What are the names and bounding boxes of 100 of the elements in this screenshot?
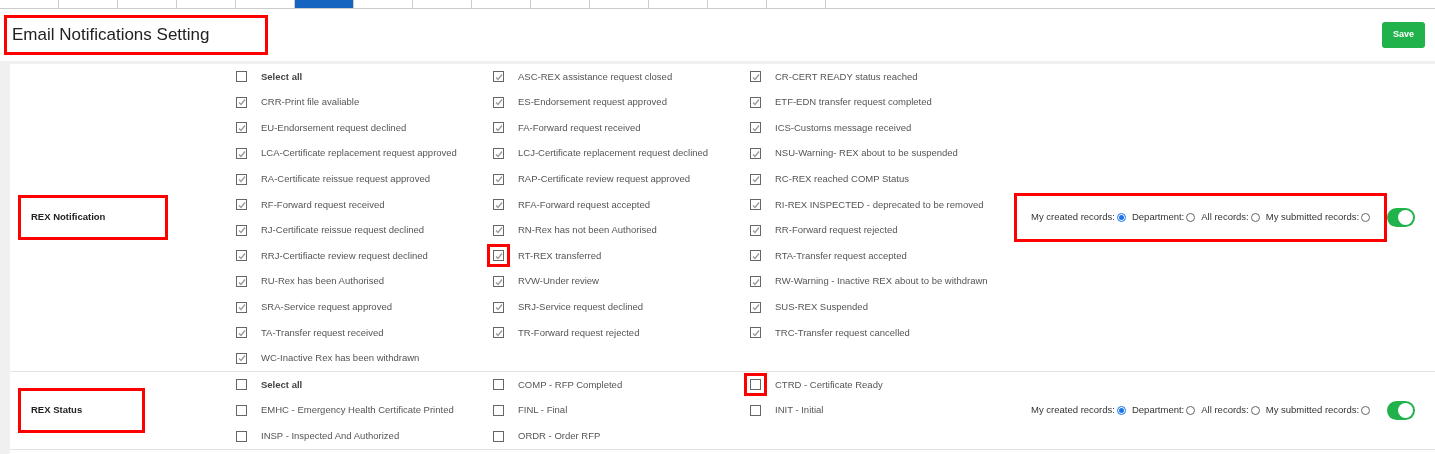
check-icon <box>494 226 503 235</box>
checkbox[interactable] <box>493 405 504 416</box>
checkbox[interactable] <box>750 199 761 211</box>
check-icon <box>237 251 246 260</box>
checkbox[interactable] <box>750 250 761 262</box>
checkbox[interactable] <box>493 199 504 211</box>
checkbox[interactable] <box>236 122 247 134</box>
option-label: RI-REX INSPECTED - deprecated to be removed <box>775 197 984 212</box>
check-icon <box>494 72 503 81</box>
option-label: CTRD - Certificate Ready <box>775 377 883 392</box>
checkbox[interactable] <box>750 276 761 288</box>
check-icon <box>751 328 760 337</box>
checkbox[interactable] <box>236 96 247 108</box>
check-icon <box>494 200 503 209</box>
option-label: EMHC - Emergency Health Certificate Printed <box>261 403 454 418</box>
checkbox[interactable] <box>493 96 504 108</box>
save-button[interactable]: Save <box>1381 22 1425 48</box>
check-icon <box>751 124 760 132</box>
checkbox[interactable] <box>236 352 247 364</box>
option-label: RFA-Forward request accepted <box>518 197 650 212</box>
checkbox[interactable] <box>236 71 247 83</box>
checkbox[interactable] <box>236 224 247 236</box>
option-label: RT-REX transferred <box>518 248 602 263</box>
checkbox[interactable] <box>750 96 761 108</box>
checkbox[interactable] <box>493 122 504 134</box>
scope-label: All records: <box>1201 403 1249 418</box>
check-icon <box>494 328 503 337</box>
option-label: RTA-Transfer request accepted <box>775 248 907 263</box>
option-label: FINL - Final <box>518 403 568 418</box>
check-icon <box>237 98 246 107</box>
option-label: ES-Endorsement request approved <box>518 95 667 110</box>
option-label: RC-REX reached COMP Status <box>775 172 909 187</box>
option-label: RAP-Certificate review request approved <box>518 172 691 187</box>
option-label: RVW-Under review <box>518 274 599 289</box>
option-label: FA-Forward request received <box>518 120 641 135</box>
scope-label: My submitted records: <box>1265 403 1360 418</box>
option-label: RJ-Certificate reissue request declined <box>261 223 425 238</box>
checkbox[interactable] <box>750 379 761 391</box>
option-label: EU-Endorsement request declined <box>261 120 407 135</box>
check-icon <box>494 277 503 286</box>
checkbox[interactable] <box>236 301 247 313</box>
checkbox[interactable] <box>750 327 761 339</box>
checkbox[interactable] <box>493 148 504 160</box>
checkbox[interactable] <box>750 71 761 83</box>
option-label: SRA-Service request approved <box>261 300 392 314</box>
checkbox[interactable] <box>493 224 504 236</box>
checkbox[interactable] <box>750 173 761 185</box>
check-icon <box>237 303 246 312</box>
check-icon <box>237 200 246 209</box>
option-label: Select all <box>261 69 303 84</box>
checkbox[interactable] <box>236 199 247 211</box>
checkbox[interactable] <box>236 276 247 288</box>
checkbox[interactable] <box>750 224 761 236</box>
checkbox[interactable] <box>236 430 247 442</box>
option-label: TA-Transfer request received <box>261 325 384 340</box>
option-label: INIT - Initial <box>775 403 824 418</box>
check-icon <box>494 124 503 132</box>
scope-label: My submitted records: <box>1265 210 1360 225</box>
check-icon <box>237 124 246 132</box>
option-label: ETF-EDN transfer request completed <box>775 95 932 110</box>
checkbox[interactable] <box>493 301 504 313</box>
checkbox[interactable] <box>493 276 504 288</box>
checkbox[interactable] <box>750 148 761 160</box>
checkbox[interactable] <box>493 430 504 442</box>
option-label: NSU-Warning- REX about to be suspended <box>775 146 958 161</box>
checkbox[interactable] <box>236 173 247 185</box>
checkbox[interactable] <box>493 173 504 185</box>
scope-label: Department: <box>1131 403 1185 418</box>
check-icon <box>237 175 246 184</box>
check-icon <box>237 277 246 286</box>
checkbox[interactable] <box>750 301 761 313</box>
checkbox[interactable] <box>493 250 504 262</box>
option-label: ICS-Customs message received <box>775 120 912 135</box>
check-icon <box>494 149 503 158</box>
checkbox[interactable] <box>236 327 247 339</box>
check-icon <box>237 149 246 158</box>
checkbox[interactable] <box>236 148 247 160</box>
option-label: TR-Forward request rejected <box>518 325 640 340</box>
option-label: RW-Warning - Inactive REX about to be withdrawn <box>775 274 988 289</box>
checkbox[interactable] <box>750 122 761 134</box>
checkbox[interactable] <box>750 405 761 416</box>
option-label: COMP - RFP Completed <box>518 377 623 392</box>
scope-label: All records: <box>1201 210 1249 225</box>
toggle-switch[interactable] <box>1387 208 1416 228</box>
check-icon <box>751 303 760 312</box>
check-icon <box>751 175 760 184</box>
checkbox[interactable] <box>493 327 504 339</box>
checkbox[interactable] <box>236 379 247 391</box>
option-label: RR-Forward request rejected <box>775 223 898 238</box>
option-label: RA-Certificate reissue request approved <box>261 172 430 187</box>
checkbox[interactable] <box>493 71 504 83</box>
check-icon <box>751 251 760 260</box>
checkbox[interactable] <box>236 250 247 262</box>
check-icon <box>494 175 503 184</box>
option-label: RN-Rex has not been Authorised <box>518 223 657 238</box>
scope-label: Department: <box>1131 210 1185 225</box>
check-icon <box>751 277 760 286</box>
checkbox[interactable] <box>236 405 247 416</box>
toggle-switch[interactable] <box>1387 401 1416 420</box>
checkbox[interactable] <box>493 379 504 391</box>
